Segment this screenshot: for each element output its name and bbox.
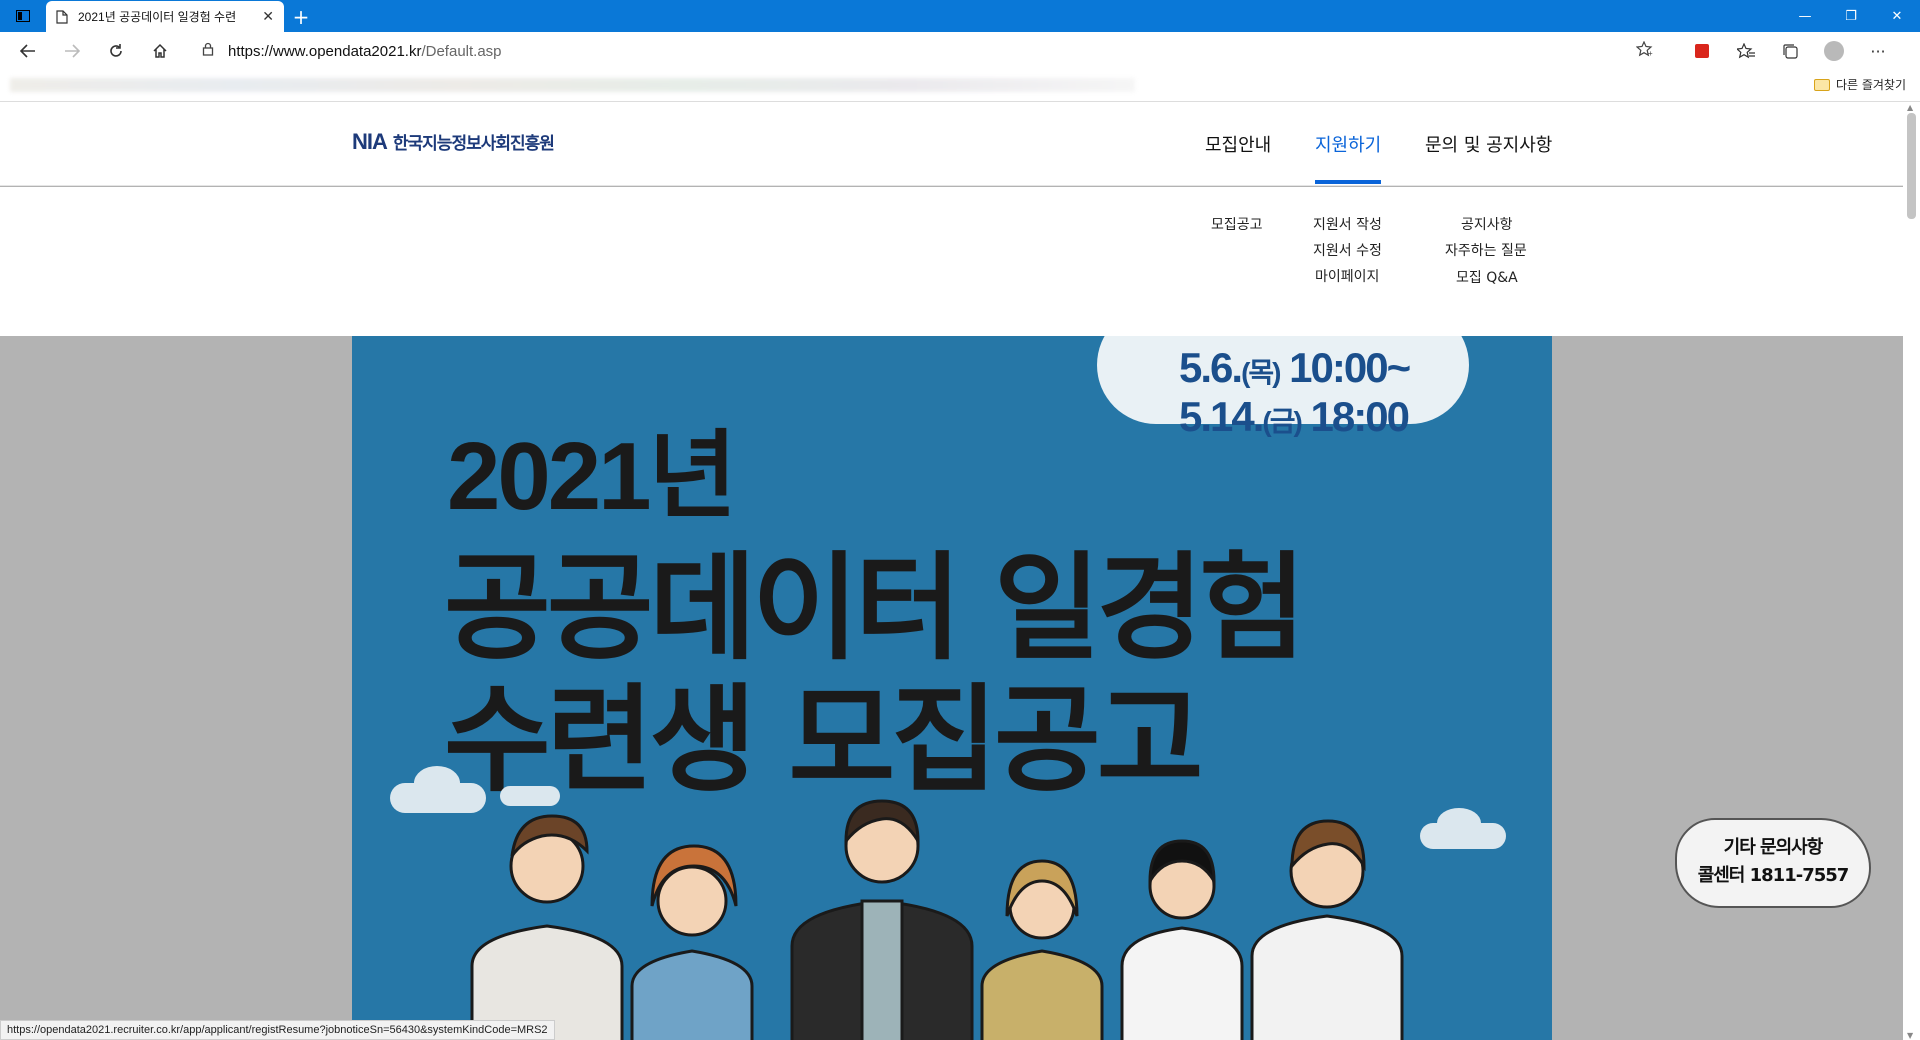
submenu-qna[interactable]: 모집 Q&A	[1456, 267, 1518, 287]
favorites-icon[interactable]	[1724, 32, 1768, 70]
logo-mark: NIA	[352, 129, 388, 154]
scroll-down-icon[interactable]: ▼	[1907, 1031, 1913, 1040]
contact-line2: 콜센터 1811-7557	[1697, 865, 1850, 886]
cloud-decoration	[414, 766, 460, 800]
nav-apply[interactable]: 지원하기	[1315, 131, 1381, 157]
favorites-bar: 다른 즐겨찾기	[0, 70, 1920, 102]
scroll-up-icon[interactable]: ▲	[1907, 103, 1913, 112]
cheering-people-illustration	[470, 799, 1404, 1040]
submenu-faq[interactable]: 자주하는 질문	[1445, 240, 1527, 260]
date-start-day: (목)	[1241, 357, 1281, 388]
contact-line1: 기타 문의사항	[1723, 837, 1824, 858]
page-scrollbar[interactable]: ▲ ▼	[1903, 103, 1920, 1040]
site-header: NIA 한국지능정보사회진흥원 모집안내 지원하기 문의 및 공지사항	[0, 103, 1903, 186]
more-options-icon[interactable]: ···	[1856, 32, 1900, 70]
date-end: 5.14.	[1179, 393, 1264, 440]
nav-inquiry-notice[interactable]: 문의 및 공지사항	[1425, 131, 1552, 157]
extension-icon[interactable]	[1680, 32, 1724, 70]
home-icon[interactable]	[138, 32, 182, 70]
other-favorites-button[interactable]: 다른 즐겨찾기	[1813, 76, 1906, 93]
minimize-icon[interactable]: —	[1782, 0, 1828, 32]
tab-close-icon[interactable]: ✕	[262, 9, 274, 25]
date-end-day: (금)	[1262, 406, 1302, 437]
date-start-time: 10:00~	[1289, 344, 1411, 391]
browser-titlebar: 2021년 공공데이터 일경험 수련 ✕ + — ❐ ✕	[0, 0, 1920, 32]
submenu-recruit-notice[interactable]: 모집공고	[1211, 214, 1263, 234]
dropdown-submenu: 모집공고 지원서 작성 지원서 수정 마이페이지 공지사항 자주하는 질문 모집…	[0, 187, 1903, 336]
profile-avatar[interactable]	[1812, 32, 1856, 70]
date-end-time: 18:00	[1310, 393, 1410, 440]
refresh-icon[interactable]	[94, 32, 138, 70]
address-bar[interactable]: https://www.opendata2021.kr/Default.asp …	[188, 35, 1668, 67]
other-favorites-label: 다른 즐겨찾기	[1835, 78, 1906, 92]
contact-center-bubble[interactable]: 기타 문의사항 콜센터 1811-7557	[1675, 818, 1871, 908]
window-close-icon[interactable]: ✕	[1874, 0, 1920, 32]
lock-icon[interactable]	[202, 42, 214, 60]
date-start: 5.6.	[1179, 344, 1243, 391]
scroll-thumb[interactable]	[1907, 113, 1916, 219]
logo-text: 한국지능정보사회진흥원	[392, 134, 555, 154]
browser-tab-active[interactable]: 2021년 공공데이터 일경험 수련 ✕	[46, 1, 284, 32]
new-tab-icon[interactable]: +	[284, 1, 318, 32]
forward-icon[interactable]	[50, 32, 94, 70]
tab-actions-icon[interactable]	[0, 0, 46, 32]
nav-active-indicator	[1315, 180, 1381, 184]
nav-recruit-info[interactable]: 모집안내	[1205, 131, 1271, 157]
submenu-mypage[interactable]: 마이페이지	[1315, 266, 1379, 286]
submenu-edit-application[interactable]: 지원서 수정	[1313, 240, 1382, 260]
recruit-poster-banner[interactable]: 5.6.(목) 10:00~ 5.14.(금) 18:00 2021년 공공데이…	[352, 336, 1552, 1040]
page-icon	[56, 9, 68, 24]
application-period: 5.6.(목) 10:00~ 5.14.(금) 18:00	[1179, 344, 1411, 444]
url-path: /Default.asp	[421, 42, 502, 60]
page-viewport: NIA 한국지능정보사회진흥원 모집안내 지원하기 문의 및 공지사항 모집공고…	[0, 103, 1903, 1040]
add-favorite-icon[interactable]: +	[1635, 40, 1654, 61]
status-link-preview: https://opendata2021.recruiter.co.kr/app…	[0, 1020, 555, 1040]
folder-icon	[1813, 78, 1830, 91]
back-icon[interactable]	[6, 32, 50, 70]
restore-icon[interactable]: ❐	[1828, 0, 1874, 32]
submenu-write-application[interactable]: 지원서 작성	[1313, 214, 1382, 234]
svg-text:+: +	[1648, 49, 1653, 57]
submenu-notice[interactable]: 공지사항	[1461, 214, 1513, 234]
tab-title: 2021년 공공데이터 일경험 수련	[78, 10, 237, 24]
url-host: https://www.opendata2021.kr	[228, 42, 422, 60]
favorites-items-blurred	[10, 78, 1135, 92]
site-logo[interactable]: NIA 한국지능정보사회진흥원	[352, 129, 555, 155]
collections-icon[interactable]	[1768, 32, 1812, 70]
browser-toolbar: https://www.opendata2021.kr/Default.asp …	[0, 32, 1920, 70]
